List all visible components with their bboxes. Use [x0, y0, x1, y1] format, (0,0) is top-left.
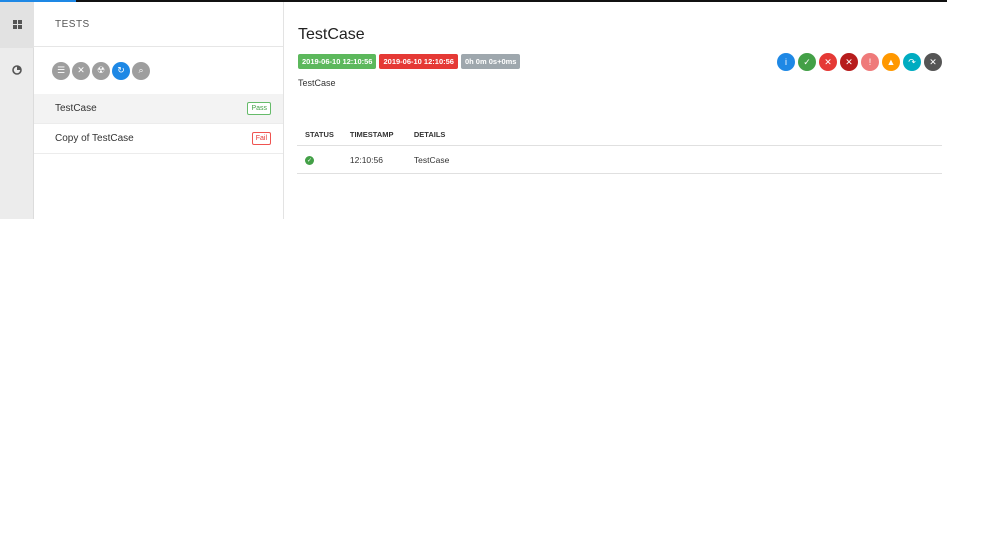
end-time-badge: 2019-06-10 12:10:56 [379, 54, 458, 69]
test-item-copy-of-testcase[interactable]: Copy of TestCase Fail [34, 124, 283, 154]
status-badge-pass: Pass [247, 102, 271, 115]
log-status-cell: ✓ [297, 145, 342, 174]
skip-icon[interactable]: ↷ [903, 53, 921, 71]
clear-icon[interactable]: ✕ [924, 53, 942, 71]
col-details: DETAILS [405, 126, 942, 146]
pass-check-icon: ✓ [305, 156, 314, 165]
radiation-icon[interactable]: ☢ [92, 61, 110, 80]
test-description: TestCase [298, 78, 336, 88]
test-item-name: Copy of TestCase [55, 133, 134, 144]
search-icon[interactable]: ⌕ [132, 61, 150, 80]
test-item-testcase[interactable]: TestCase Pass [34, 94, 283, 124]
log-timestamp: 12:10:56 [341, 145, 406, 174]
status-filter-row: i ✓ ✕ ✕ ! ▲ ↷ ✕ [777, 53, 942, 71]
fail-icon[interactable]: ✕ [819, 53, 837, 71]
nav-item-dashboard[interactable] [0, 48, 34, 94]
close-icon[interactable]: ✕ [72, 61, 90, 80]
log-details: TestCase [405, 145, 942, 174]
duration-badge: 0h 0m 0s+0ms [460, 54, 521, 69]
tests-pane: TESTS ☰ ✕ ☢ ↻ ⌕ TestCase Pass Copy of Te… [34, 2, 284, 219]
nav-item-tests[interactable] [0, 2, 34, 48]
fatal-icon[interactable]: ✕ [840, 53, 858, 71]
table-row: ✓ 12:10:56 TestCase [297, 145, 942, 174]
info-icon[interactable]: i [777, 53, 795, 71]
chart-pie-icon [12, 62, 22, 80]
pass-icon[interactable]: ✓ [798, 53, 816, 71]
test-item-name: TestCase [55, 103, 97, 114]
status-badge-fail: Fail [251, 132, 271, 145]
time-badges: 2019-06-10 12:10:56 2019-06-10 12:10:56 … [298, 54, 521, 69]
tests-pane-header: TESTS [34, 2, 283, 47]
refresh-icon[interactable]: ↻ [112, 61, 130, 80]
error-icon[interactable]: ! [861, 53, 879, 71]
warning-icon[interactable]: ▲ [882, 53, 900, 71]
test-detail: TestCase 2019-06-10 12:10:56 2019-06-10 … [284, 2, 947, 219]
test-filters: ☰ ✕ ☢ ↻ ⌕ [34, 47, 283, 94]
col-timestamp: TIMESTAMP [341, 126, 406, 146]
log-table: STATUS TIMESTAMP DETAILS ✓ 12:10:56 Test… [297, 126, 942, 174]
side-nav [0, 2, 34, 219]
log-header-row: STATUS TIMESTAMP DETAILS [297, 126, 942, 146]
dashboard-grid-icon [12, 16, 22, 34]
col-status: STATUS [297, 126, 342, 146]
start-time-badge: 2019-06-10 12:10:56 [298, 54, 377, 69]
list-icon[interactable]: ☰ [52, 61, 70, 80]
test-title: TestCase [298, 26, 365, 43]
report-app: TESTS ☰ ✕ ☢ ↻ ⌕ TestCase Pass Copy of Te… [0, 0, 947, 219]
